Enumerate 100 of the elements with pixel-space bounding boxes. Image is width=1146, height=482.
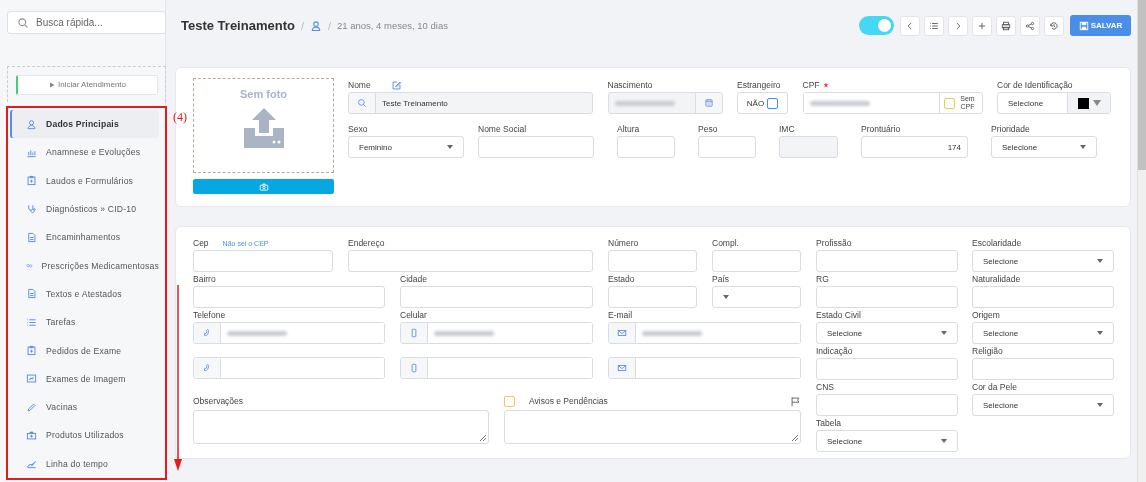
field-label: Prioridade (991, 124, 1030, 134)
mobile-phone-icon (409, 328, 419, 338)
checkbox[interactable] (504, 395, 515, 407)
search-field[interactable]: Busca rápida... (7, 11, 166, 34)
nav-item[interactable]: Laudos e Formulários (12, 166, 159, 195)
nav-item[interactable]: Diagnósticos » CID-10 (12, 194, 159, 224)
field-label: Estado (608, 274, 635, 284)
nav-icon (26, 458, 37, 470)
annotation-label: (4) (173, 110, 187, 125)
chevron-left-icon (905, 20, 915, 31)
field-label: Escolaridade (972, 238, 1022, 248)
nav-item[interactable]: Prescrições Medicamentosas (12, 251, 159, 280)
share-button[interactable] (1020, 15, 1040, 36)
scrollbar[interactable] (1137, 0, 1146, 482)
nav-item[interactable]: Encaminhamentos (12, 223, 159, 252)
nav-icon (26, 288, 37, 300)
nav-icon (26, 345, 37, 356)
start-button[interactable]: Iniciar Atendimento (15, 74, 158, 95)
nav-item[interactable]: Tarefas (12, 308, 159, 337)
breadcrumb-separator: / (300, 19, 304, 32)
upload-icon (241, 108, 286, 148)
checkbox[interactable] (767, 97, 779, 109)
field-label: Observações (193, 396, 244, 406)
field-label: Cidade (400, 274, 427, 284)
field-label: Altura (617, 124, 640, 134)
input-field[interactable] (608, 250, 697, 272)
input-field[interactable] (608, 357, 801, 379)
input-field[interactable] (972, 358, 1114, 380)
input-field[interactable] (816, 286, 958, 308)
checkbox[interactable] (943, 97, 955, 109)
select-field[interactable]: Selecione (816, 322, 958, 344)
input-field[interactable] (972, 286, 1114, 308)
input-field[interactable] (348, 250, 593, 272)
select-field[interactable] (712, 286, 801, 308)
nav-item[interactable]: Textos e Atestados (12, 279, 159, 309)
input-field[interactable] (608, 286, 697, 308)
nav-item[interactable]: Produtos Utilizados (12, 421, 159, 450)
mobile-phone-icon (409, 363, 419, 373)
field-label: Profissão (816, 238, 852, 248)
date-field[interactable] (607, 92, 723, 114)
input-field[interactable] (193, 250, 333, 272)
resize-handle-icon[interactable] (792, 435, 798, 441)
select-field[interactable]: Selecione (972, 322, 1114, 344)
input-field[interactable] (400, 286, 593, 308)
input-field[interactable] (816, 358, 958, 380)
field-label: Religião (972, 346, 1003, 356)
breadcrumb-separator: / (327, 19, 332, 32)
select-field[interactable]: Selecione (991, 136, 1097, 158)
no-photo-text: Sem foto (239, 88, 288, 100)
input-field[interactable] (608, 322, 801, 344)
field-label: CNS (816, 382, 834, 392)
select-field[interactable]: Selecione (816, 430, 958, 452)
history-button[interactable] (1044, 15, 1064, 36)
print-button[interactable] (996, 15, 1016, 36)
input-field[interactable] (193, 357, 385, 379)
input-field[interactable] (400, 322, 593, 344)
list-button[interactable] (924, 15, 944, 36)
field-label: Nascimento (607, 80, 653, 90)
input-field[interactable] (478, 136, 594, 158)
color-select[interactable]: Selecione (997, 92, 1111, 114)
input-field[interactable] (193, 322, 385, 344)
caret-icon (1097, 403, 1103, 407)
nav-item[interactable]: Vacinas (12, 392, 159, 422)
input-field[interactable] (712, 250, 801, 272)
field-label: Endereço (348, 238, 385, 248)
chevron-right-icon (953, 20, 963, 31)
input-field[interactable] (816, 394, 958, 416)
select-field[interactable]: Feminino (348, 136, 464, 158)
phone-icon (202, 328, 212, 338)
nav-item[interactable]: Exames de Imagem (12, 364, 159, 393)
nav-item[interactable]: Pedidos de Exame (12, 336, 159, 365)
scrollbar-thumb[interactable] (1138, 0, 1146, 170)
toggle-switch[interactable] (859, 16, 894, 35)
input-field[interactable] (617, 136, 675, 158)
input-field[interactable] (400, 357, 593, 379)
input-field[interactable]: Teste Treinamento (348, 92, 593, 114)
camera-button[interactable] (193, 179, 334, 194)
field-label: País (712, 274, 729, 284)
select-field[interactable]: Selecione (972, 394, 1114, 416)
printer-icon (1001, 20, 1011, 31)
field-label: CPF (802, 80, 820, 90)
input-field[interactable] (193, 286, 385, 308)
select-field[interactable]: Selecione (972, 250, 1114, 272)
input-field[interactable] (698, 136, 756, 158)
nav-icon (26, 429, 37, 441)
field-label: Estrangeiro (737, 80, 781, 90)
save-icon (1078, 20, 1089, 31)
field-value: Teste Treinamento (382, 98, 448, 108)
mail-icon (617, 363, 627, 373)
caret-icon (1097, 331, 1103, 335)
nav-item[interactable]: Anamnese e Evoluções (12, 138, 159, 167)
input-field[interactable]: 174 (861, 136, 968, 158)
search-icon (357, 98, 367, 108)
caret-icon (1097, 259, 1103, 263)
nav-item[interactable]: Dados Principais (12, 110, 159, 139)
input-field[interactable] (816, 250, 958, 272)
list-icon (929, 20, 939, 31)
nav-item[interactable]: Linha do tempo (12, 449, 159, 478)
resize-handle-icon[interactable] (480, 435, 486, 441)
caret-icon (723, 295, 729, 299)
